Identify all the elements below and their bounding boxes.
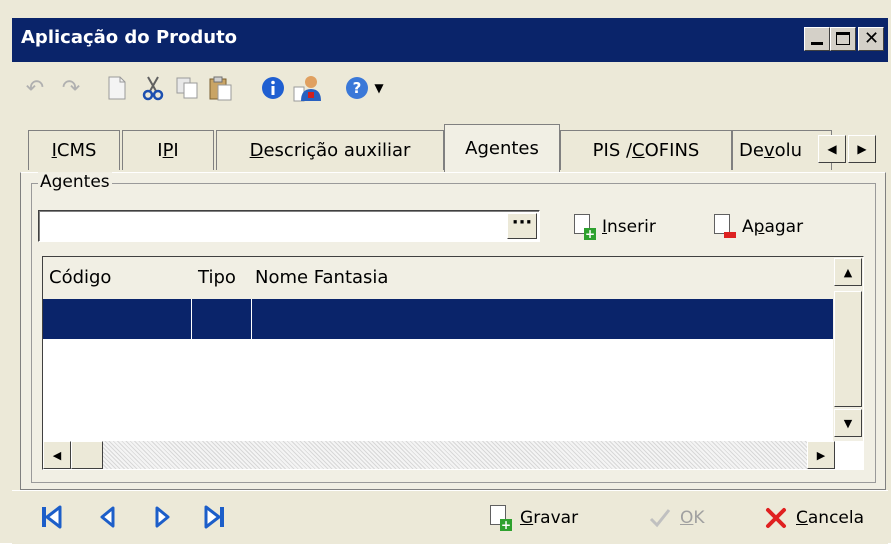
right-arrow-icon: ▶ bbox=[816, 448, 826, 462]
tab-label: OFINS bbox=[644, 140, 700, 161]
svg-text:?: ? bbox=[353, 79, 362, 97]
bottom-bar: + Gravar OK Cancela bbox=[12, 490, 888, 544]
vertical-scroll-thumb[interactable] bbox=[834, 291, 862, 407]
column-header-codigo[interactable]: Código bbox=[49, 267, 111, 288]
cell-divider bbox=[251, 299, 252, 339]
copy-icon[interactable] bbox=[172, 73, 202, 103]
delete-label-underline: p bbox=[753, 217, 765, 237]
tab-label: De bbox=[739, 140, 764, 161]
undo-icon[interactable]: ↶ bbox=[20, 73, 50, 103]
up-arrow-icon: ▲ bbox=[843, 265, 853, 279]
scroll-left-button[interactable]: ◀ bbox=[43, 441, 71, 469]
remove-document-icon bbox=[712, 214, 736, 240]
first-record-icon[interactable] bbox=[38, 503, 64, 531]
tab-label-underline: P bbox=[162, 140, 174, 161]
maximize-button[interactable] bbox=[830, 27, 856, 51]
left-arrow-icon: ◀ bbox=[827, 142, 837, 156]
save-button[interactable]: + Gravar bbox=[488, 503, 578, 533]
window: Aplicação do Produto ✕ ↶ ↷ ? ▼ I CMS I P… bbox=[0, 0, 891, 544]
cancel-x-icon bbox=[764, 505, 788, 531]
save-label: ravar bbox=[533, 508, 579, 528]
insert-label: nserir bbox=[607, 217, 656, 237]
tab-devolucao[interactable]: De v olu bbox=[732, 130, 832, 170]
add-document-icon: + bbox=[572, 214, 596, 240]
ok-label: K bbox=[693, 508, 705, 528]
right-arrow-icon: ▶ bbox=[857, 142, 867, 156]
ok-label-underline: O bbox=[680, 508, 694, 528]
tab-label-underline: v bbox=[763, 140, 775, 161]
last-record-icon[interactable] bbox=[202, 503, 228, 531]
cancel-label-underline: C bbox=[796, 508, 808, 528]
left-arrow-icon: ◀ bbox=[52, 448, 62, 462]
user-icon[interactable] bbox=[292, 73, 322, 103]
tab-label: PIS / bbox=[592, 140, 633, 161]
save-label-underline: G bbox=[520, 508, 534, 528]
tab-label: Agentes bbox=[465, 138, 539, 159]
vertical-scrollbar[interactable]: ▲ ▼ bbox=[833, 257, 863, 441]
browse-button[interactable]: ··· bbox=[507, 213, 537, 239]
tab-label: CMS bbox=[56, 140, 97, 161]
previous-record-icon[interactable] bbox=[94, 503, 120, 531]
ok-button[interactable]: OK bbox=[648, 503, 705, 533]
delete-button[interactable]: Ap agar bbox=[712, 212, 803, 242]
delete-label: A bbox=[742, 217, 754, 237]
checkmark-icon bbox=[648, 505, 672, 531]
agente-input[interactable]: ··· bbox=[38, 210, 540, 242]
save-document-icon: + bbox=[488, 505, 512, 531]
redo-icon[interactable]: ↷ bbox=[56, 73, 86, 103]
minimize-icon bbox=[811, 42, 823, 45]
delete-label: agar bbox=[764, 217, 804, 237]
scroll-right-button[interactable]: ▶ bbox=[807, 441, 835, 469]
tab-strip: I CMS IPI Descrição auxiliar Agentes PIS … bbox=[12, 122, 888, 174]
client-area: ↶ ↷ ? ▼ I CMS I P I D escrição auxiliar … bbox=[12, 62, 888, 544]
down-arrow-icon: ▼ bbox=[843, 416, 853, 430]
tab-label-underline: D bbox=[249, 140, 264, 161]
agentes-groupbox: Agentes ··· + Inserir Ap agar Código Tip… bbox=[31, 172, 876, 483]
tab-panel-agentes: Agentes ··· + Inserir Ap agar Código Tip… bbox=[20, 172, 886, 490]
title-bar[interactable]: Aplicação do Produto ✕ bbox=[12, 18, 888, 62]
tab-ipi[interactable]: IPI bbox=[122, 130, 214, 170]
tab-label: I bbox=[173, 140, 179, 161]
close-icon: ✕ bbox=[864, 28, 880, 49]
agentes-grid[interactable]: Código Tipo Nome Fantasia ▲ ▼ ◀ ▶ bbox=[42, 256, 864, 470]
minimize-button[interactable] bbox=[804, 27, 830, 51]
cancel-label: ancela bbox=[807, 508, 865, 528]
grid-header: Código Tipo Nome Fantasia bbox=[43, 257, 833, 299]
tab-label-underline: C bbox=[632, 140, 645, 161]
close-button[interactable]: ✕ bbox=[858, 27, 884, 51]
column-header-nome-fantasia[interactable]: Nome Fantasia bbox=[255, 267, 388, 288]
tab-pis-cofins[interactable]: PIS / C OFINS bbox=[560, 130, 732, 170]
tab-agentes[interactable]: Agentes bbox=[444, 124, 560, 172]
next-record-icon[interactable] bbox=[150, 503, 176, 531]
tab-label: escrição auxiliar bbox=[263, 140, 411, 161]
table-row[interactable] bbox=[43, 299, 843, 339]
window-title: Aplicação do Produto bbox=[21, 27, 238, 48]
dropdown-arrow-icon[interactable]: ▼ bbox=[370, 73, 388, 103]
toolbar: ↶ ↷ ? ▼ bbox=[12, 62, 888, 112]
cut-icon[interactable] bbox=[138, 73, 168, 103]
tab-label: olu bbox=[774, 140, 803, 161]
cell-divider bbox=[191, 299, 192, 339]
horizontal-scrollbar[interactable]: ◀ ▶ bbox=[43, 441, 835, 469]
scroll-down-button[interactable]: ▼ bbox=[834, 409, 862, 437]
column-header-tipo[interactable]: Tipo bbox=[198, 267, 236, 288]
tab-scroll-left-button[interactable]: ◀ bbox=[818, 135, 846, 163]
scroll-up-button[interactable]: ▲ bbox=[834, 258, 862, 286]
info-icon[interactable] bbox=[258, 73, 288, 103]
cancel-button[interactable]: Cancela bbox=[764, 503, 864, 533]
tab-icms[interactable]: I CMS bbox=[28, 130, 120, 170]
insert-button[interactable]: + Inserir bbox=[572, 212, 656, 242]
horizontal-scroll-thumb[interactable] bbox=[71, 441, 103, 469]
new-document-icon[interactable] bbox=[102, 73, 132, 103]
maximize-icon bbox=[836, 32, 850, 45]
groupbox-label: Agentes bbox=[38, 172, 112, 192]
tab-scroll-right-button[interactable]: ▶ bbox=[848, 135, 876, 163]
paste-icon[interactable] bbox=[206, 73, 236, 103]
help-icon[interactable]: ? bbox=[342, 73, 372, 103]
tab-descricao-auxiliar[interactable]: Descrição auxiliar bbox=[216, 130, 444, 170]
